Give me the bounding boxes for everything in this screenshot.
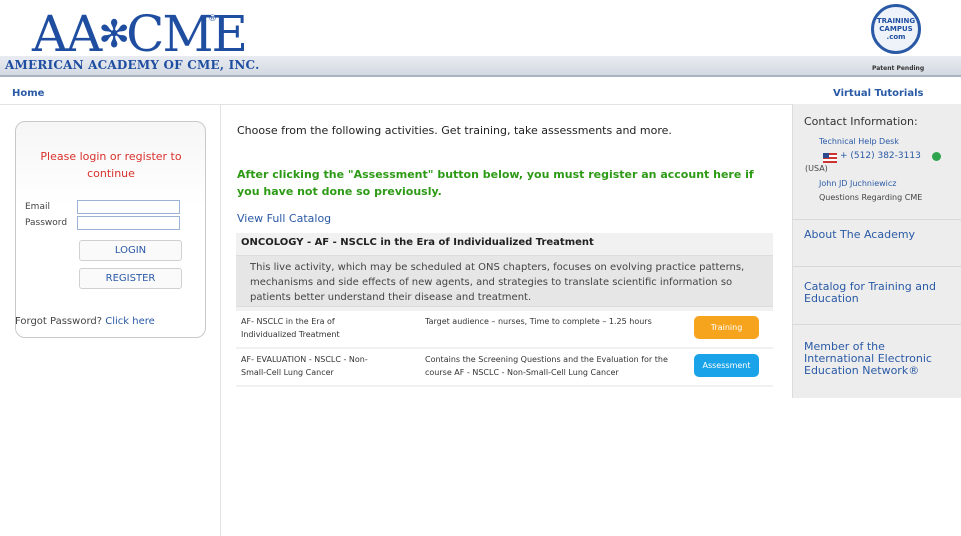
logo-subtitle: AMERICAN ACADEMY OF CME, INC. bbox=[5, 58, 260, 72]
forgot-password-link[interactable]: Click here bbox=[105, 316, 155, 327]
assessment-warning: After clicking the "Assessment" button b… bbox=[237, 168, 754, 198]
about-academy-link[interactable]: About The Academy bbox=[804, 229, 954, 241]
catalog-training-link[interactable]: Catalog for Training and Education bbox=[804, 281, 954, 305]
forgot-password-text: Forgot Password? bbox=[15, 316, 103, 327]
intro-text: Choose from the following activities. Ge… bbox=[237, 124, 672, 137]
contact-role: Questions Regarding CME bbox=[819, 193, 923, 202]
registered-mark: ® bbox=[208, 14, 217, 24]
left-column: Please login or register to continue Ema… bbox=[0, 104, 221, 536]
training-campus-seal[interactable]: TRAINING CAMPUS .com bbox=[871, 4, 921, 54]
phone-number[interactable]: + (512) 382-3113 bbox=[840, 151, 921, 161]
email-label: Email bbox=[25, 202, 50, 212]
sidebar-item-member: Member of the International Electronic E… bbox=[793, 324, 961, 399]
sidebar-item-catalog: Catalog for Training and Education bbox=[793, 266, 961, 325]
activity-info: Target audience – nurses, Time to comple… bbox=[425, 317, 652, 326]
ieen-member-link[interactable]: Member of the International Electronic E… bbox=[804, 341, 954, 377]
login-button[interactable]: LOGIN bbox=[79, 240, 182, 261]
forgot-password: Forgot Password? Click here bbox=[15, 316, 155, 327]
activity-name: AF- NSCLC in the Era of Individualized T… bbox=[241, 317, 340, 339]
register-button[interactable]: REGISTER bbox=[79, 268, 182, 289]
training-button[interactable]: Training bbox=[694, 316, 759, 339]
right-sidebar: Contact Information: Technical Help Desk… bbox=[792, 104, 961, 398]
sidebar-item-about: About The Academy bbox=[793, 219, 961, 267]
password-field[interactable] bbox=[77, 216, 180, 230]
seal-text: TRAINING CAMPUS .com bbox=[876, 17, 916, 41]
patent-pending-label: Patent Pending bbox=[872, 65, 925, 72]
course-panel: ONCOLOGY - AF - NSCLC in the Era of Indi… bbox=[236, 233, 773, 387]
email-field[interactable] bbox=[77, 200, 180, 214]
country-label: (USA) bbox=[805, 164, 828, 173]
activity-row-assessment: AF- EVALUATION - NSCLC - Non-Small-Cell … bbox=[236, 349, 773, 385]
password-label: Password bbox=[25, 218, 68, 228]
us-flag-icon bbox=[823, 153, 837, 163]
top-nav: Home Virtual Tutorials bbox=[0, 82, 961, 105]
activity-name: AF- EVALUATION - NSCLC - Non-Small-Cell … bbox=[241, 355, 368, 377]
contact-person-link[interactable]: John JD Juchniewicz bbox=[819, 179, 896, 188]
nav-virtual-tutorials-link[interactable]: Virtual Tutorials bbox=[833, 88, 923, 99]
course-description-box: This live activity, which may be schedul… bbox=[236, 255, 773, 307]
logo-text-aa: AA bbox=[32, 5, 102, 63]
view-full-catalog-link[interactable]: View Full Catalog bbox=[237, 212, 331, 225]
logo-text-cme: CME bbox=[126, 5, 248, 63]
activity-row-training: AF- NSCLC in the Era of Individualized T… bbox=[236, 311, 773, 347]
assessment-button[interactable]: Assessment bbox=[694, 354, 759, 377]
activity-info: Contains the Screening Questions and the… bbox=[425, 355, 668, 377]
call-status-icon bbox=[932, 152, 941, 161]
course-title: ONCOLOGY - AF - NSCLC in the Era of Indi… bbox=[241, 237, 594, 248]
caduceus-star-icon: ✻ bbox=[98, 12, 130, 56]
contact-title: Contact Information: bbox=[804, 115, 918, 128]
help-desk-link[interactable]: Technical Help Desk bbox=[819, 137, 899, 146]
login-message: Please login or register to continue bbox=[40, 150, 182, 180]
nav-home-link[interactable]: Home bbox=[12, 88, 44, 99]
header: AA✻CME ® AMERICAN ACADEMY OF CME, INC. T… bbox=[0, 0, 961, 82]
course-description: This live activity, which may be schedul… bbox=[250, 262, 745, 303]
login-box: Please login or register to continue Ema… bbox=[15, 121, 206, 338]
